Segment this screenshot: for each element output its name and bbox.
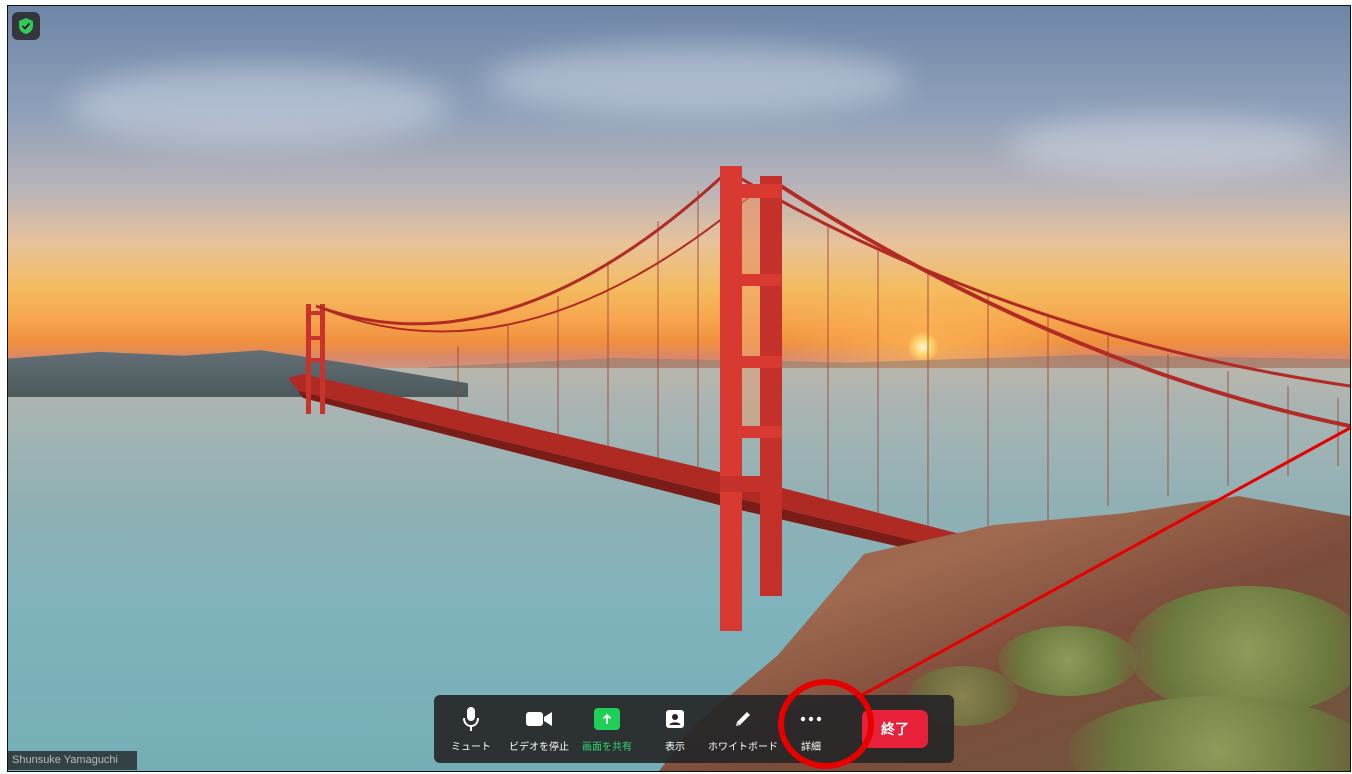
more-button[interactable]: 詳細 [780, 699, 842, 759]
stop-video-label: ビデオを停止 [509, 741, 569, 753]
end-meeting-button[interactable]: 終了 [862, 710, 928, 748]
more-label: 詳細 [801, 741, 821, 753]
mute-label: ミュート [451, 741, 491, 753]
person-view-icon [665, 706, 685, 732]
more-dots-icon [800, 706, 822, 732]
participant-name-tag: Shunsuke Yamaguchi [8, 751, 137, 770]
stop-video-button[interactable]: ビデオを停止 [508, 699, 570, 759]
shrub [998, 626, 1138, 696]
security-shield[interactable] [12, 12, 40, 40]
shield-check-icon [19, 18, 33, 34]
share-screen-button[interactable]: 画面を共有 [576, 699, 638, 759]
view-button[interactable]: 表示 [644, 699, 706, 759]
share-screen-label: 画面を共有 [582, 741, 632, 753]
video-camera-icon [525, 706, 553, 732]
mute-button[interactable]: ミュート [440, 699, 502, 759]
pencil-icon [733, 706, 753, 732]
whiteboard-button[interactable]: ホワイトボード [708, 699, 778, 759]
meeting-toolbar: ミュート ビデオを停止 画面を共有 表示 ホワイトボード 詳細 終了 [434, 695, 954, 763]
whiteboard-label: ホワイトボード [708, 741, 778, 753]
share-screen-icon [594, 707, 620, 730]
video-feed [7, 5, 1351, 772]
microphone-icon [462, 706, 480, 732]
view-label: 表示 [665, 741, 685, 753]
